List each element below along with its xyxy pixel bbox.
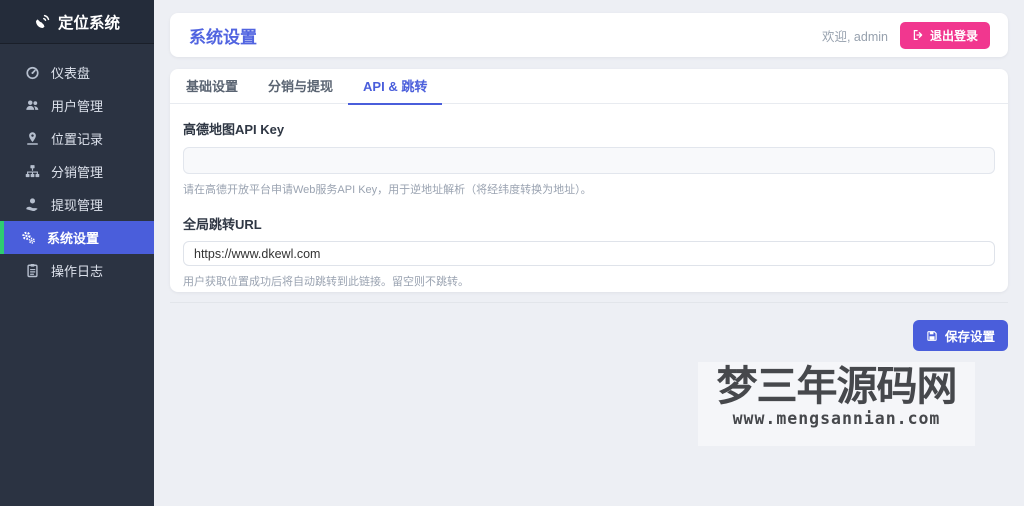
amap-key-help: 请在高德开放平台申请Web服务API Key，用于逆地址解析（将经纬度转换为地址… xyxy=(183,184,592,196)
app-logo: 定位系统 xyxy=(0,0,154,44)
logout-button[interactable]: 退出登录 xyxy=(899,21,990,49)
satellite-dish-icon xyxy=(34,14,50,30)
welcome-text: 欢迎, admin xyxy=(821,29,888,44)
sidebar-item-label: 分销管理 xyxy=(51,165,104,180)
sitemap-icon xyxy=(25,164,40,179)
users-icon xyxy=(25,98,40,113)
save-row: 保存设置 xyxy=(170,320,1008,351)
settings-tabs: 基础设置 分销与提现 API & 跳转 xyxy=(170,69,1008,105)
section-divider xyxy=(170,302,1008,303)
tab-distribution-withdrawal[interactable]: 分销与提现 xyxy=(253,69,348,104)
sidebar-item-users[interactable]: 用户管理 xyxy=(0,89,154,122)
cogs-icon xyxy=(21,230,36,245)
sidebar-item-logs[interactable]: 操作日志 xyxy=(0,254,154,287)
amap-key-field: 高德地图API Key 请在高德开放平台申请Web服务API Key，用于逆地址… xyxy=(183,119,995,197)
main-content: 系统设置 欢迎, admin 退出登录 基础设置 分销与提现 API & 跳转 … xyxy=(154,0,1024,506)
sidebar-item-label: 仪表盘 xyxy=(51,66,91,81)
save-icon xyxy=(926,330,938,342)
settings-card: 基础设置 分销与提现 API & 跳转 高德地图API Key 请在高德开放平台… xyxy=(170,69,1008,292)
sidebar-item-label: 系统设置 xyxy=(47,231,100,246)
app-title: 定位系统 xyxy=(57,14,120,32)
map-marker-icon xyxy=(25,131,40,146)
clipboard-icon xyxy=(25,263,40,278)
redirect-url-help: 用户获取位置成功后将自动跳转到此链接。留空则不跳转。 xyxy=(183,276,469,288)
sidebar-item-withdrawals[interactable]: 提现管理 xyxy=(0,188,154,221)
tab-basic-settings[interactable]: 基础设置 xyxy=(171,69,253,104)
sidebar-item-settings[interactable]: 系统设置 xyxy=(0,221,154,254)
tab-api-redirect[interactable]: API & 跳转 xyxy=(348,69,443,105)
sidebar-item-label: 位置记录 xyxy=(51,132,104,147)
save-settings-button[interactable]: 保存设置 xyxy=(912,320,1008,351)
sidebar-item-distribution[interactable]: 分销管理 xyxy=(0,155,154,188)
redirect-url-field: 全局跳转URL 用户获取位置成功后将自动跳转到此链接。留空则不跳转。 xyxy=(183,214,995,289)
sidebar-item-label: 操作日志 xyxy=(51,264,104,279)
tachometer-icon xyxy=(25,65,40,80)
amap-key-input[interactable] xyxy=(183,147,995,174)
save-label: 保存设置 xyxy=(944,330,995,344)
redirect-url-label: 全局跳转URL xyxy=(183,217,262,232)
amap-key-label: 高德地图API Key xyxy=(183,122,285,137)
sidebar-item-dashboard[interactable]: 仪表盘 xyxy=(0,56,154,89)
header-right: 欢迎, admin 退出登录 xyxy=(821,21,990,49)
hand-holding-money-icon xyxy=(25,197,40,212)
redirect-url-input[interactable] xyxy=(183,241,995,266)
app-window: 定位系统 仪表盘 用户管理 位置记录 分销管理 提现管理 系统设置 操作日志 系… xyxy=(0,0,1024,506)
sidebar: 定位系统 仪表盘 用户管理 位置记录 分销管理 提现管理 系统设置 操作日志 xyxy=(0,0,154,506)
logout-label: 退出登录 xyxy=(929,28,978,43)
sidebar-item-label: 用户管理 xyxy=(51,99,104,114)
sidebar-item-locations[interactable]: 位置记录 xyxy=(0,122,154,155)
sign-out-icon xyxy=(912,29,924,41)
page-header: 系统设置 欢迎, admin 退出登录 xyxy=(170,13,1008,57)
sidebar-nav: 仪表盘 用户管理 位置记录 分销管理 提现管理 系统设置 操作日志 xyxy=(0,44,154,287)
tab-panel-api-redirect: 高德地图API Key 请在高德开放平台申请Web服务API Key，用于逆地址… xyxy=(170,104,1008,289)
page-title: 系统设置 xyxy=(189,27,257,47)
sidebar-item-label: 提现管理 xyxy=(51,198,104,213)
